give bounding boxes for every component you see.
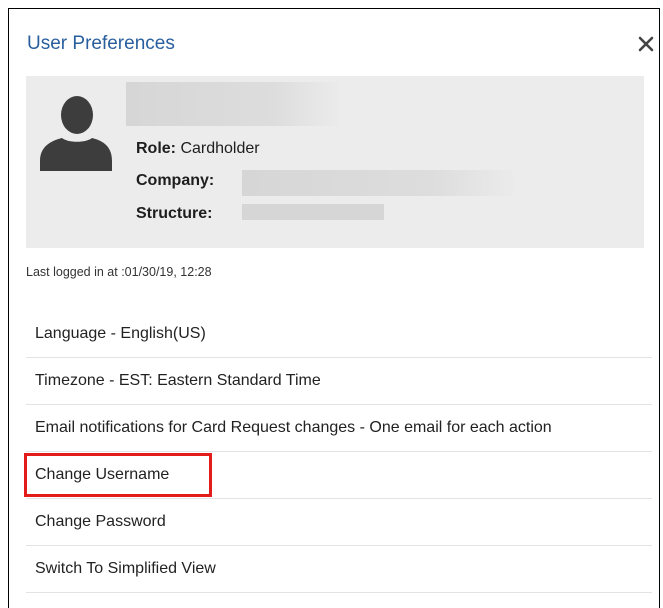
redacted-structure [242, 204, 384, 220]
menu-item-label: Change Password [35, 513, 166, 530]
menu-item-email-notifications[interactable]: Email notifications for Card Request cha… [26, 405, 652, 452]
user-preferences-dialog: User Preferences Role: Cardholder Compan… [8, 8, 660, 608]
role-label: Role: [136, 140, 176, 157]
profile-panel: Role: Cardholder Company: Structure: [26, 76, 644, 248]
structure-info: Structure: [136, 205, 212, 223]
menu-item-language[interactable]: Language - English(US) [26, 311, 652, 358]
menu-item-label: Language - English(US) [35, 325, 206, 342]
preferences-menu: Language - English(US) Timezone - EST: E… [24, 311, 652, 593]
menu-item-simplified-view[interactable]: Switch To Simplified View [26, 546, 652, 593]
menu-item-change-password[interactable]: Change Password [26, 499, 652, 546]
redacted-user-name [126, 82, 338, 126]
role-value: Cardholder [180, 140, 260, 157]
menu-item-label: Change Username [35, 466, 170, 483]
last-login-text: Last logged in at :01/30/19, 12:28 [26, 265, 212, 279]
menu-item-timezone[interactable]: Timezone - EST: Eastern Standard Time [26, 358, 652, 405]
menu-item-change-username[interactable]: Change Username [24, 452, 652, 499]
structure-label: Structure: [136, 205, 213, 222]
company-label: Company: [136, 172, 215, 189]
company-info: Company: [136, 172, 214, 190]
menu-item-label: Switch To Simplified View [35, 560, 216, 577]
dialog-title: User Preferences [27, 33, 175, 54]
menu-item-label: Timezone - EST: Eastern Standard Time [35, 372, 321, 389]
menu-item-label: Email notifications for Card Request cha… [35, 419, 552, 436]
close-icon[interactable] [637, 35, 655, 53]
user-silhouette-icon [40, 96, 112, 171]
redacted-company [242, 170, 514, 196]
role-info: Role: Cardholder [136, 140, 260, 158]
